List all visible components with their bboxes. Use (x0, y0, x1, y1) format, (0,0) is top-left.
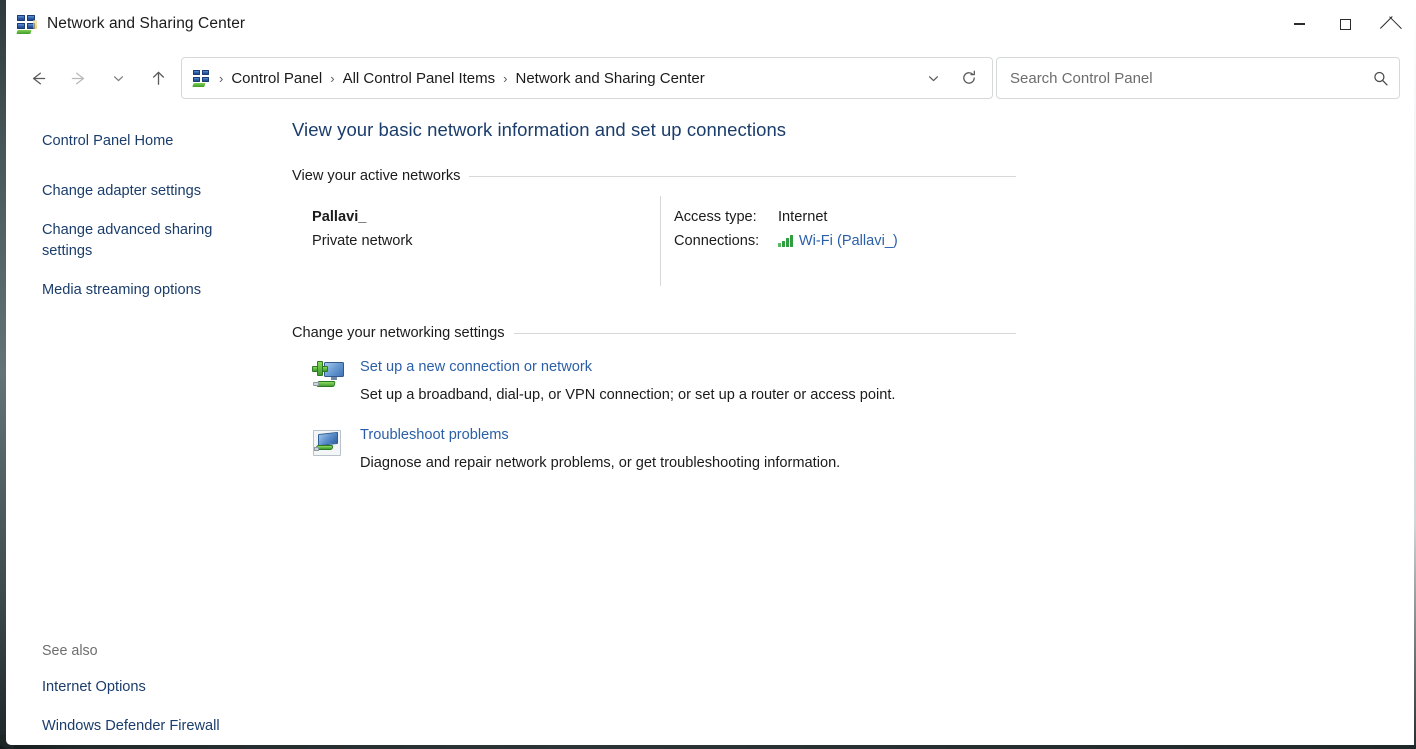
network-vertical-divider (660, 196, 661, 286)
address-bar-icon (193, 70, 210, 87)
sidebar-item-change-adapter-settings[interactable]: Change adapter settings (42, 181, 252, 202)
link-troubleshoot-problems[interactable]: Troubleshoot problems (332, 425, 509, 445)
title-bar-left: Network and Sharing Center (6, 15, 245, 34)
up-button[interactable] (138, 61, 178, 95)
main-pane: View your basic network information and … (286, 108, 1414, 745)
section-divider (469, 176, 1016, 177)
control-panel-window: Network and Sharing Center (0, 0, 1416, 749)
network-sharing-center-icon (17, 15, 36, 34)
search-box[interactable] (996, 57, 1400, 99)
breadcrumb-separator-1: › (328, 72, 336, 85)
breadcrumb: › Control Panel › All Control Panel Item… (217, 66, 916, 91)
chevron-down-icon (111, 71, 126, 86)
networking-settings-list: Set up a new connection or network Set u… (286, 357, 1414, 477)
breadcrumb-separator-0: › (217, 72, 225, 85)
sidebar-item-media-streaming-options[interactable]: Media streaming options (42, 280, 252, 301)
window-title: Network and Sharing Center (47, 15, 245, 33)
network-name: Pallavi_ (312, 206, 413, 228)
recent-locations-button[interactable] (98, 61, 138, 95)
networking-settings-header: Change your networking settings (286, 325, 1016, 341)
nav-button-group (6, 61, 178, 95)
address-bar[interactable]: › Control Panel › All Control Panel Item… (181, 57, 993, 99)
forward-button[interactable] (58, 61, 98, 95)
sidebar-item-change-advanced-sharing-settings[interactable]: Change advanced sharing settings (42, 220, 252, 262)
description-set-up-new-connection: Set up a broadband, dial-up, or VPN conn… (332, 385, 1414, 405)
chevron-down-icon (926, 71, 941, 86)
address-bar-actions (916, 62, 992, 94)
forward-arrow-icon (69, 69, 88, 88)
see-also-item-internet-options[interactable]: Internet Options (42, 677, 252, 698)
sidebar: Control Panel Home Change adapter settin… (6, 108, 286, 745)
active-network-details: Access type: Internet Connections: Wi-Fi… (674, 206, 898, 254)
access-type-row: Access type: Internet (674, 206, 898, 228)
refresh-button[interactable] (952, 62, 986, 94)
search-icon[interactable] (1361, 58, 1399, 98)
refresh-icon (960, 69, 978, 87)
new-connection-icon (312, 361, 346, 393)
active-network-block: Pallavi_ Private network Access type: In… (286, 206, 1414, 298)
page-title: View your basic network information and … (286, 119, 1414, 141)
close-icon (1385, 18, 1398, 31)
connections-row: Connections: Wi-Fi (Pallavi_) (674, 230, 898, 252)
network-type: Private network (312, 230, 413, 252)
sidebar-item-control-panel-home[interactable]: Control Panel Home (42, 131, 252, 152)
see-also-item-windows-defender-firewall[interactable]: Windows Defender Firewall (42, 716, 252, 737)
access-type-value: Internet (778, 206, 828, 228)
link-set-up-new-connection[interactable]: Set up a new connection or network (332, 357, 592, 377)
connection-link-wifi[interactable]: Wi-Fi (Pallavi_) (799, 230, 898, 252)
section-divider (514, 333, 1016, 334)
setting-item-troubleshoot[interactable]: Troubleshoot problems Diagnose and repai… (292, 425, 1414, 477)
breadcrumb-item-network-and-sharing-center[interactable]: Network and Sharing Center (510, 66, 711, 91)
close-button[interactable] (1368, 0, 1414, 48)
network-sharing-center-icon-small (193, 70, 210, 87)
active-networks-header: View your active networks (286, 168, 1016, 184)
active-networks-label: View your active networks (292, 168, 460, 184)
title-bar: Network and Sharing Center (6, 0, 1414, 48)
networking-settings-label: Change your networking settings (292, 325, 505, 341)
description-troubleshoot-problems: Diagnose and repair network problems, or… (332, 453, 1414, 473)
breadcrumb-item-all-control-panel-items[interactable]: All Control Panel Items (337, 66, 502, 91)
maximize-icon (1340, 19, 1351, 30)
content-area: Control Panel Home Change adapter settin… (6, 108, 1414, 745)
connections-label: Connections: (674, 230, 778, 252)
address-dropdown-button[interactable] (916, 62, 950, 94)
active-network-identity: Pallavi_ Private network (312, 206, 413, 252)
maximize-button[interactable] (1322, 0, 1368, 48)
see-also-section: See also Internet Options Windows Defend… (42, 643, 272, 749)
minimize-icon (1294, 23, 1305, 24)
back-button[interactable] (18, 61, 58, 95)
up-arrow-icon (149, 69, 168, 88)
breadcrumb-separator-2: › (501, 72, 509, 85)
wifi-signal-bars-icon (778, 235, 793, 247)
back-arrow-icon (29, 69, 48, 88)
see-also-title: See also (42, 643, 272, 659)
access-type-label: Access type: (674, 206, 778, 228)
breadcrumb-item-control-panel[interactable]: Control Panel (225, 66, 328, 91)
setting-item-new-connection[interactable]: Set up a new connection or network Set u… (292, 357, 1414, 409)
search-input[interactable] (997, 70, 1361, 87)
window-controls (1276, 0, 1414, 48)
troubleshoot-icon (312, 429, 346, 461)
minimize-button[interactable] (1276, 0, 1322, 48)
